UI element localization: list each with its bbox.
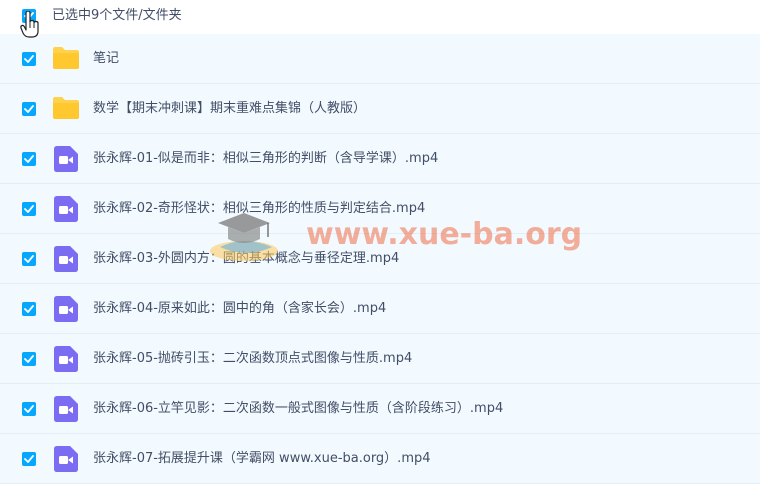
checkmark-icon: [24, 455, 34, 463]
video-file-icon: [54, 246, 82, 272]
checkmark-icon: [24, 55, 34, 63]
file-name[interactable]: 张永辉-02-奇形怪状：相似三角形的性质与判定结合.mp4: [93, 201, 425, 217]
file-checkbox[interactable]: [22, 102, 36, 116]
file-row[interactable]: 张永辉-06-立竿见影：二次函数一般式图像与性质（含阶段练习）.mp4: [0, 384, 760, 434]
video-file-icon: [54, 396, 78, 422]
file-name[interactable]: 张永辉-06-立竿见影：二次函数一般式图像与性质（含阶段练习）.mp4: [93, 401, 503, 417]
video-file-icon: [54, 146, 82, 172]
file-checkbox[interactable]: [22, 202, 36, 216]
file-row[interactable]: 张永辉-03-外圆内方：圆的基本概念与垂径定理.mp4: [0, 234, 760, 284]
file-checkbox[interactable]: [22, 452, 36, 466]
video-file-icon: [54, 296, 82, 322]
video-file-icon: [54, 296, 78, 322]
file-checkbox[interactable]: [22, 252, 36, 266]
folder-icon: [53, 97, 79, 119]
file-name[interactable]: 张永辉-07-拓展提升课（学霸网 www.xue-ba.org）.mp4: [93, 451, 431, 467]
file-row[interactable]: 张永辉-07-拓展提升课（学霸网 www.xue-ba.org）.mp4: [0, 434, 760, 484]
hand-pointer-icon: [20, 11, 39, 38]
file-checkbox[interactable]: [22, 302, 36, 316]
file-list: 笔记数学【期末冲刺课】期末重难点集锦（人教版） 张永辉-01-似是而非：相似三角形…: [0, 34, 760, 484]
file-checkbox[interactable]: [22, 52, 36, 66]
folder-icon: [52, 46, 80, 72]
file-row[interactable]: 数学【期末冲刺课】期末重难点集锦（人教版）: [0, 84, 760, 134]
checkmark-icon: [24, 155, 34, 163]
selection-count-text: 已选中9个文件/文件夹: [52, 8, 182, 23]
file-checkbox[interactable]: [22, 152, 36, 166]
file-name[interactable]: 张永辉-04-原来如此：圆中的角（含家长会）.mp4: [93, 301, 386, 317]
file-checkbox[interactable]: [22, 352, 36, 366]
file-checkbox[interactable]: [22, 402, 36, 416]
file-row[interactable]: 张永辉-04-原来如此：圆中的角（含家长会）.mp4: [0, 284, 760, 334]
video-file-icon: [54, 346, 78, 372]
checkmark-icon: [24, 355, 34, 363]
file-name[interactable]: 张永辉-05-抛砖引玉：二次函数顶点式图像与性质.mp4: [93, 351, 412, 367]
video-file-icon: [54, 146, 78, 172]
file-name[interactable]: 数学【期末冲刺课】期末重难点集锦（人教版）: [93, 101, 366, 117]
checkmark-icon: [24, 105, 34, 113]
checkmark-icon: [24, 405, 34, 413]
checkmark-icon: [24, 255, 34, 263]
file-name[interactable]: 张永辉-01-似是而非：相似三角形的判断（含导学课）.mp4: [93, 151, 438, 167]
video-file-icon: [54, 196, 78, 222]
video-file-icon: [54, 446, 78, 472]
file-row[interactable]: 笔记: [0, 34, 760, 84]
folder-icon: [53, 47, 79, 69]
file-name[interactable]: 笔记: [93, 51, 119, 67]
file-row[interactable]: 张永辉-05-抛砖引玉：二次函数顶点式图像与性质.mp4: [0, 334, 760, 384]
folder-icon: [52, 96, 80, 122]
file-name[interactable]: 张永辉-03-外圆内方：圆的基本概念与垂径定理.mp4: [93, 251, 399, 267]
video-file-icon: [54, 396, 82, 422]
video-file-icon: [54, 446, 82, 472]
file-row[interactable]: 张永辉-02-奇形怪状：相似三角形的性质与判定结合.mp4: [0, 184, 760, 234]
video-file-icon: [54, 196, 82, 222]
selection-header: 已选中9个文件/文件夹: [0, 0, 760, 34]
video-file-icon: [54, 346, 82, 372]
checkmark-icon: [24, 205, 34, 213]
checkmark-icon: [24, 305, 34, 313]
file-row[interactable]: 张永辉-01-似是而非：相似三角形的判断（含导学课）.mp4: [0, 134, 760, 184]
file-list-page: 已选中9个文件/文件夹 笔记数学【期末冲刺课】期末重难点集锦（人教版） 张永辉-0…: [0, 0, 760, 485]
video-file-icon: [54, 246, 78, 272]
